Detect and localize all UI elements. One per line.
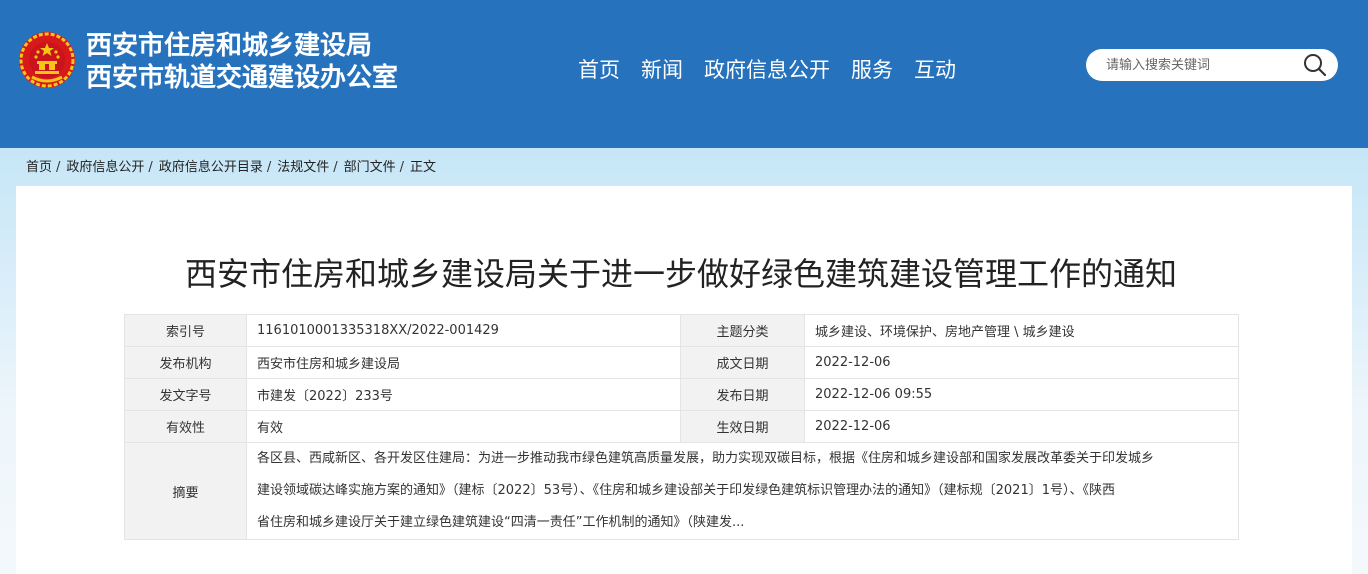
summary-label: 摘要 <box>124 442 247 540</box>
search-input[interactable] <box>1106 55 1296 75</box>
table-row: 索引号 1161010001335318XX/2022-001429 主题分类 … <box>124 314 1239 347</box>
breadcrumb: 首页 / 政府信息公开 / 政府信息公开目录 / 法规文件 / 部门文件 / 正… <box>26 158 436 178</box>
publish-date-label: 发布日期 <box>680 378 805 411</box>
site-name[interactable]: 西安市住房和城乡建设局 西安市轨道交通建设办公室 <box>86 30 398 94</box>
breadcrumb-gov-info[interactable]: 政府信息公开 <box>66 158 144 178</box>
effective-date-value: 2022-12-06 <box>804 410 1239 443</box>
validity-value: 有效 <box>246 410 681 443</box>
category-value: 城乡建设、环境保护、房地产管理 \ 城乡建设 <box>804 314 1239 347</box>
breadcrumb-department-docs[interactable]: 部门文件 <box>344 158 396 178</box>
nav-news[interactable]: 新闻 <box>641 54 683 86</box>
breadcrumb-separator: / <box>399 160 405 175</box>
table-row: 发布机构 西安市住房和城乡建设局 成文日期 2022-12-06 <box>124 346 1239 379</box>
article-title: 西安市住房和城乡建设局关于进一步做好绿色建筑建设管理工作的通知 <box>184 255 1177 293</box>
written-date-label: 成文日期 <box>680 346 805 379</box>
summary-line: 各区县、西咸新区、各开发区住建局：为进一步推动我市绿色建筑高质量发展，助力实现双… <box>257 451 1155 466</box>
breadcrumb-home[interactable]: 首页 <box>26 158 52 178</box>
main-nav: 首页 新闻 政府信息公开 服务 互动 <box>578 54 977 86</box>
publisher-label: 发布机构 <box>124 346 247 379</box>
breadcrumb-current: 正文 <box>410 160 437 175</box>
nav-interaction[interactable]: 互动 <box>914 54 956 86</box>
site-name-line2: 西安市轨道交通建设办公室 <box>86 63 399 93</box>
doc-no-label: 发文字号 <box>124 378 247 411</box>
site-header: 西安市住房和城乡建设局 西安市轨道交通建设办公室 首页 新闻 政府信息公开 服务… <box>0 0 1368 148</box>
summary-value: 各区县、西咸新区、各开发区住建局：为进一步推动我市绿色建筑高质量发展，助力实现双… <box>246 442 1239 540</box>
breadcrumb-separator: / <box>56 160 61 175</box>
publisher-value: 西安市住房和城乡建设局 <box>246 346 681 379</box>
nav-gov-info[interactable]: 政府信息公开 <box>704 54 830 86</box>
validity-label: 有效性 <box>124 410 247 443</box>
search-box <box>1086 49 1338 81</box>
metadata-table: 索引号 1161010001335318XX/2022-001429 主题分类 … <box>124 314 1239 540</box>
summary-line: 建设领域碳达峰实施方案的通知》（建标〔2022〕53号）、《住房和城乡建设部关于… <box>257 483 1115 498</box>
index-no-value: 1161010001335318XX/2022-001429 <box>246 314 681 347</box>
nav-home[interactable]: 首页 <box>578 54 620 86</box>
publish-date-value: 2022-12-06 09:55 <box>804 378 1239 411</box>
summary-line: 省住房和城乡建设厅关于建立绿色建筑建设“四清一责任”工作机制的通知》（陕建发..… <box>257 515 745 530</box>
written-date-value: 2022-12-06 <box>804 346 1239 379</box>
breadcrumb-gov-info-catalog[interactable]: 政府信息公开目录 <box>159 158 263 178</box>
content-card: 西安市住房和城乡建设局关于进一步做好绿色建筑建设管理工作的通知 索引号 1161… <box>16 186 1352 574</box>
breadcrumb-separator: / <box>148 160 153 175</box>
table-row: 有效性 有效 生效日期 2022-12-06 <box>124 410 1239 443</box>
national-emblem-icon <box>19 32 75 88</box>
breadcrumb-separator: / <box>266 160 272 175</box>
breadcrumb-separator: / <box>333 160 338 175</box>
index-no-label: 索引号 <box>124 314 247 347</box>
breadcrumb-regulations[interactable]: 法规文件 <box>277 158 329 178</box>
doc-no-value: 市建发〔2022〕233号 <box>246 378 681 411</box>
search-icon[interactable] <box>1302 52 1328 78</box>
nav-service[interactable]: 服务 <box>851 54 893 86</box>
table-row: 摘要 各区县、西咸新区、各开发区住建局：为进一步推动我市绿色建筑高质量发展，助力… <box>124 442 1239 540</box>
effective-date-label: 生效日期 <box>680 410 805 443</box>
site-name-line1: 西安市住房和城乡建设局 <box>86 31 373 61</box>
category-label: 主题分类 <box>680 314 805 347</box>
table-row: 发文字号 市建发〔2022〕233号 发布日期 2022-12-06 09:55 <box>124 378 1239 411</box>
